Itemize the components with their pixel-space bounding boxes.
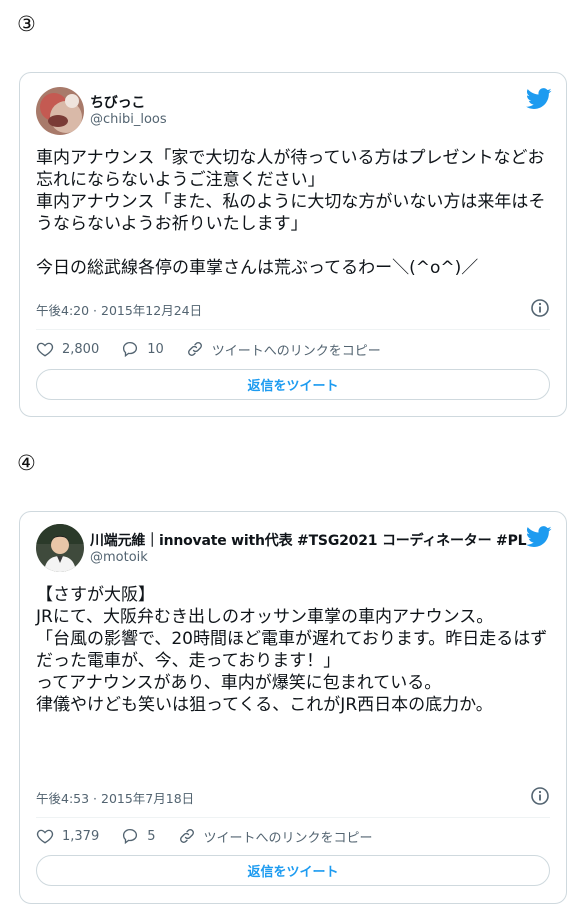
twitter-bird-icon[interactable]	[526, 526, 552, 548]
copy-link-button[interactable]: ツイートへのリンクをコピー	[178, 827, 373, 846]
tweet-timestamp[interactable]: 午後4:20 · 2015年12月24日	[36, 300, 202, 319]
info-icon[interactable]	[530, 786, 550, 806]
reply-count: 10	[147, 341, 164, 357]
tweet-text: 車内アナウンス「家で大切な人が待っている方はプレゼントなどお忘れにならないようご…	[36, 148, 546, 278]
divider	[36, 329, 550, 330]
twitter-bird-icon[interactable]	[526, 88, 552, 110]
tweet-actions: 2,800 10 ツイートへのリンクをコピー	[36, 338, 550, 360]
tweet-marker-3: ③	[17, 12, 36, 36]
info-icon[interactable]	[530, 298, 550, 318]
like-count: 1,379	[62, 828, 100, 844]
copy-link-label: ツイートへのリンクをコピー	[203, 830, 373, 846]
display-name[interactable]: ちびっこ	[90, 92, 145, 112]
user-handle[interactable]: @chibi_loos	[90, 112, 167, 127]
reply-tweet-button[interactable]: 返信をツイート	[36, 855, 550, 886]
tweet-actions: 1,379 5 ツイートへのリンクをコピー	[36, 825, 550, 847]
reply-count-button[interactable]: 5	[121, 827, 156, 845]
like-count: 2,800	[62, 341, 100, 357]
divider	[36, 817, 550, 818]
tweet-marker-4: ④	[17, 451, 36, 475]
like-button[interactable]: 2,800	[36, 340, 99, 358]
reply-count: 5	[147, 828, 156, 844]
tweet-card: 川端元維｜innovate with代表 #TSG2021 コーディネーター #…	[19, 511, 567, 904]
tweet-timestamp[interactable]: 午後4:53 · 2015年7月18日	[36, 788, 194, 807]
display-name[interactable]: 川端元維｜innovate with代表 #TSG2021 コーディネーター #…	[90, 530, 527, 550]
reply-tweet-button[interactable]: 返信をツイート	[36, 369, 550, 400]
avatar[interactable]	[36, 524, 84, 572]
comment-icon	[123, 341, 138, 358]
comment-icon	[123, 828, 138, 845]
heart-icon	[36, 342, 54, 357]
tweet-text: 【さすが大阪】 JRにて、大阪弁むき出しのオッサン車掌の車内アナウンス。 「台風…	[36, 585, 548, 715]
heart-icon	[36, 829, 54, 844]
user-handle[interactable]: @motoik	[90, 550, 148, 565]
copy-link-button[interactable]: ツイートへのリンクをコピー	[186, 340, 381, 359]
link-icon	[187, 342, 202, 356]
avatar[interactable]	[36, 87, 84, 135]
tweet-card: ちびっこ @chibi_loos 車内アナウンス「家で大切な人が待っている方はプ…	[19, 72, 567, 417]
reply-count-button[interactable]: 10	[121, 340, 164, 358]
like-button[interactable]: 1,379	[36, 827, 99, 845]
copy-link-label: ツイートへのリンクをコピー	[211, 343, 381, 359]
link-icon	[179, 829, 194, 843]
